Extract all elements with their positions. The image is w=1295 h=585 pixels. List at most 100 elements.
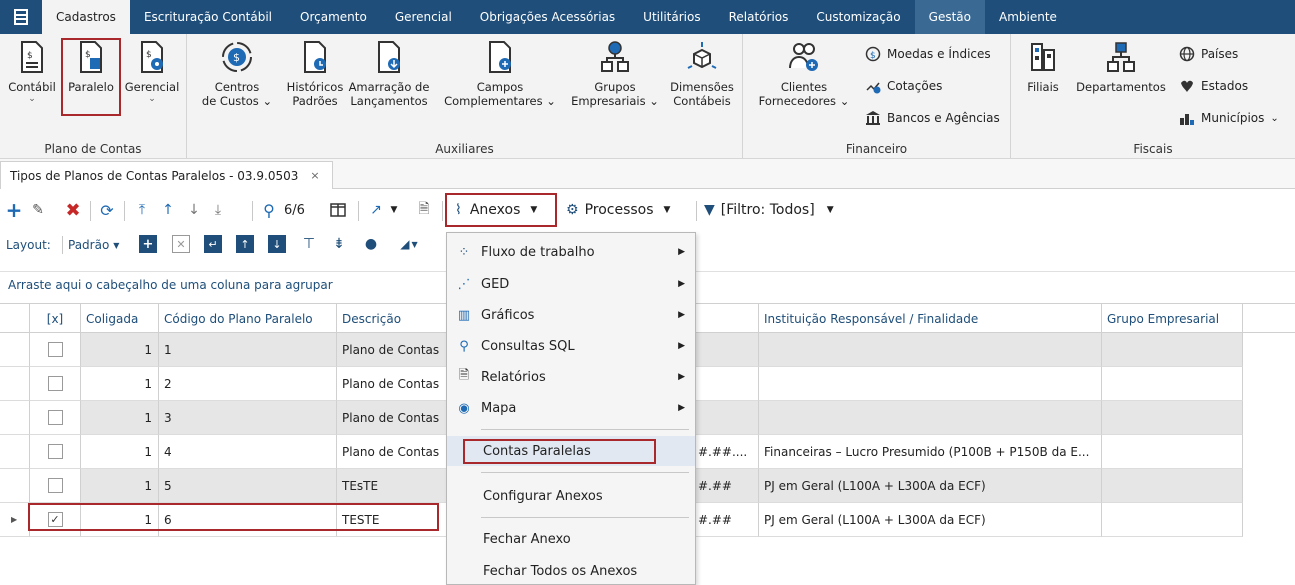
- gerencial-button[interactable]: $ Gerencial ⌄: [122, 40, 182, 104]
- cell-instituicao[interactable]: [759, 333, 1102, 367]
- cell-codigo[interactable]: 2: [159, 367, 337, 401]
- processos-button[interactable]: ⚙ Processos ▼: [566, 200, 690, 220]
- paralelo-button[interactable]: $ Paralelo: [61, 38, 121, 116]
- menu-item-relatorios[interactable]: 🗎 Relatórios ▶: [447, 362, 695, 392]
- cell-instituicao[interactable]: [759, 367, 1102, 401]
- header-codigo[interactable]: Código do Plano Paralelo: [159, 304, 337, 334]
- row-checkbox[interactable]: [47, 478, 63, 493]
- cell-coligada[interactable]: 1: [81, 367, 159, 401]
- row-checkbox[interactable]: [47, 376, 63, 391]
- menu-item-fechar[interactable]: Fechar Anexo: [447, 524, 695, 554]
- cell-coligada[interactable]: 1: [81, 401, 159, 435]
- anexos-button[interactable]: ⌇ Anexos ▼: [445, 193, 557, 227]
- chart-icon[interactable]: ◢ ▼: [394, 235, 424, 253]
- menu-item-ged[interactable]: ⋰ GED ▶: [447, 269, 695, 299]
- pin-icon[interactable]: ⊤: [300, 235, 318, 253]
- row-checkbox[interactable]: [47, 444, 63, 459]
- moedas-indices-button[interactable]: $ Moedas e Índices: [865, 46, 991, 62]
- cell-instituicao[interactable]: Financeiras – Lucro Presumido (P100B + P…: [759, 435, 1102, 469]
- import-layout-icon[interactable]: ↑: [236, 235, 254, 253]
- document-icon[interactable]: 🗎: [414, 200, 434, 220]
- cell-mascara[interactable]: [693, 367, 759, 401]
- menu-tab-utilitarios[interactable]: Utilitários: [629, 0, 714, 34]
- cell-mascara[interactable]: #.##: [693, 503, 759, 537]
- clientes-fornecedores-button[interactable]: Clientes Fornecedores ⌄: [749, 40, 859, 108]
- cell-instituicao[interactable]: [759, 401, 1102, 435]
- row-indicator[interactable]: [0, 401, 30, 435]
- header-grupo[interactable]: Grupo Empresarial: [1102, 304, 1243, 334]
- menu-tab-orcamento[interactable]: Orçamento: [286, 0, 381, 34]
- header-select[interactable]: [x]: [30, 304, 81, 334]
- departamentos-button[interactable]: Departamentos: [1069, 40, 1173, 94]
- edit-icon[interactable]: ✎: [28, 200, 48, 220]
- municipios-button[interactable]: Municípios ⌄: [1179, 110, 1279, 126]
- next-record-icon[interactable]: ↓: [184, 200, 204, 220]
- add-layout-icon[interactable]: +: [139, 235, 157, 253]
- cell-coligada[interactable]: 1: [81, 333, 159, 367]
- cell-codigo[interactable]: 4: [159, 435, 337, 469]
- header-coligada[interactable]: Coligada: [81, 304, 159, 334]
- menu-item-fluxo[interactable]: ⁘ Fluxo de trabalho ▶: [447, 237, 695, 267]
- sort-icon[interactable]: ⇟: [330, 235, 348, 253]
- cell-grupo[interactable]: [1102, 401, 1243, 435]
- app-menu-icon[interactable]: [0, 0, 42, 34]
- row-indicator[interactable]: ▶: [0, 503, 30, 537]
- cell-grupo[interactable]: [1102, 333, 1243, 367]
- menu-item-fechar-todos[interactable]: Fechar Todos os Anexos: [447, 556, 695, 585]
- bancos-agencias-button[interactable]: Bancos e Agências: [865, 110, 1000, 126]
- cell-mascara[interactable]: #.##: [693, 469, 759, 503]
- menu-item-mapa[interactable]: ◉ Mapa ▶: [447, 393, 695, 423]
- row-indicator[interactable]: [0, 367, 30, 401]
- close-icon[interactable]: ×: [310, 169, 319, 182]
- row-indicator[interactable]: [0, 333, 30, 367]
- cell-instituicao[interactable]: PJ em Geral (L100A + L300A da ECF): [759, 503, 1102, 537]
- cell-codigo[interactable]: 1: [159, 333, 337, 367]
- centros-de-custos-button[interactable]: $ Centros de Custos ⌄: [191, 40, 283, 108]
- cell-grupo[interactable]: [1102, 503, 1243, 537]
- first-record-icon[interactable]: ⤒: [132, 200, 152, 220]
- cell-coligada[interactable]: 1: [81, 435, 159, 469]
- menu-tab-relatorios[interactable]: Relatórios: [715, 0, 803, 34]
- menu-tab-gerencial[interactable]: Gerencial: [381, 0, 466, 34]
- export-icon[interactable]: ↗: [366, 200, 386, 220]
- cell-coligada[interactable]: 1: [81, 469, 159, 503]
- search-icon[interactable]: ⚲: [258, 200, 280, 220]
- add-icon[interactable]: +: [4, 198, 24, 222]
- cell-grupo[interactable]: [1102, 469, 1243, 503]
- chevron-down-icon[interactable]: ▼: [388, 200, 400, 220]
- layout-select[interactable]: Padrão ▼: [68, 235, 119, 255]
- campos-complementares-button[interactable]: Campos Complementares ⌄: [437, 40, 563, 108]
- cell-grupo[interactable]: [1102, 367, 1243, 401]
- previous-record-icon[interactable]: ↑: [158, 200, 178, 220]
- amarracao-lancamentos-button[interactable]: Amarração de Lançamentos: [347, 40, 431, 108]
- menu-item-consultas[interactable]: ⚲ Consultas SQL ▶: [447, 331, 695, 361]
- menu-tab-cadastros[interactable]: Cadastros: [42, 0, 130, 34]
- menu-tab-obrigacoes[interactable]: Obrigações Acessórias: [466, 0, 629, 34]
- menu-item-configurar[interactable]: Configurar Anexos: [447, 481, 695, 511]
- columns-icon[interactable]: [328, 200, 348, 220]
- cell-mascara[interactable]: [693, 401, 759, 435]
- document-tab[interactable]: Tipos de Planos de Contas Paralelos - 03…: [0, 161, 333, 189]
- refresh-icon[interactable]: ⟳: [96, 200, 118, 220]
- last-record-icon[interactable]: ⤓: [208, 200, 228, 220]
- color-icon[interactable]: ●: [362, 235, 380, 253]
- menu-tab-customizacao[interactable]: Customização: [802, 0, 914, 34]
- paises-button[interactable]: Países: [1179, 46, 1238, 62]
- row-checkbox[interactable]: [47, 342, 63, 357]
- menu-item-graficos[interactable]: ▥ Gráficos ▶: [447, 300, 695, 330]
- export-layout-icon[interactable]: ↓: [268, 235, 286, 253]
- menu-tab-ambiente[interactable]: Ambiente: [985, 0, 1071, 34]
- cell-codigo[interactable]: 3: [159, 401, 337, 435]
- header-instituicao[interactable]: Instituição Responsável / Finalidade: [759, 304, 1102, 334]
- grupos-empresariais-button[interactable]: Grupos Empresariais ⌄: [567, 40, 663, 108]
- delete-icon[interactable]: ✖: [62, 200, 84, 221]
- menu-tab-gestao[interactable]: Gestão: [914, 0, 985, 34]
- save-layout-icon[interactable]: ↵: [204, 235, 222, 253]
- historicos-padroes-button[interactable]: Históricos Padrões: [283, 40, 347, 108]
- cell-mascara[interactable]: #.##....: [693, 435, 759, 469]
- filter-button[interactable]: ▼ [Filtro: Todos] ▼: [704, 200, 864, 220]
- filiais-button[interactable]: Filiais: [1021, 40, 1065, 94]
- row-indicator[interactable]: [0, 435, 30, 469]
- estados-button[interactable]: Estados: [1179, 78, 1248, 94]
- row-checkbox[interactable]: [47, 410, 63, 425]
